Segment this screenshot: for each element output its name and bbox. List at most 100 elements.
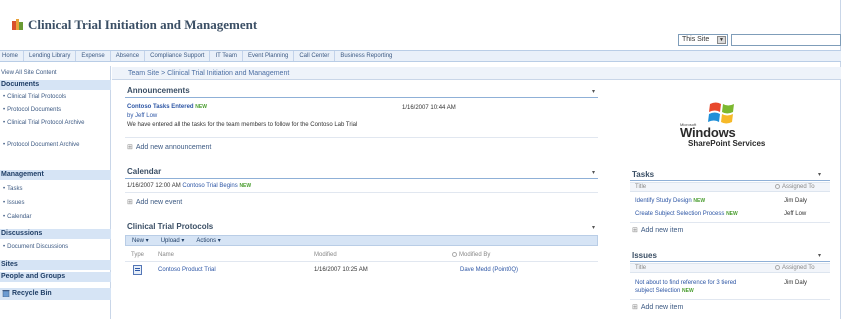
bullet-icon: • bbox=[3, 142, 6, 148]
column-header-title[interactable]: Title bbox=[635, 184, 646, 190]
windows-flag-icon bbox=[708, 102, 734, 124]
announcement-body: We have entered all the tasks for the te… bbox=[127, 122, 358, 128]
calendar-divider bbox=[125, 192, 598, 193]
task-title-link: Create Subject Selection Process bbox=[635, 211, 725, 217]
protocols-title[interactable]: Clinical Trial Protocols bbox=[127, 222, 213, 231]
ql-item-label: Calendar bbox=[7, 214, 32, 220]
table-row-modified-by[interactable]: Dave Medd (Point0Q) bbox=[460, 267, 518, 273]
announcements-title[interactable]: Announcements bbox=[127, 86, 190, 95]
announcement-item[interactable]: Contoso Tasks Entered NEW bbox=[127, 104, 207, 110]
add-new-announcement-link[interactable]: ⊞ Add new announcement bbox=[127, 143, 211, 151]
task-title-link: Identify Study Design bbox=[635, 198, 692, 204]
ql-item-calendar[interactable]: • Calendar bbox=[0, 213, 111, 221]
tab-event-planning[interactable]: Event Planning bbox=[243, 51, 295, 61]
windows-sharepoint-services-logo: Microsoft Windows SharePoint Services bbox=[680, 98, 780, 153]
tab-lending-library[interactable]: Lending Library bbox=[24, 51, 77, 61]
upload-menu-button[interactable]: Upload ▾ bbox=[155, 237, 191, 244]
task-row[interactable]: Identify Study Design NEW bbox=[635, 198, 705, 204]
add-new-task-link[interactable]: ⊞ Add new item bbox=[632, 226, 683, 234]
column-header-assigned-to-label: Assigned To bbox=[782, 265, 815, 272]
bullet-icon: • bbox=[3, 214, 6, 220]
calendar-event-title: Contoso Trial Begins bbox=[182, 183, 238, 189]
protocols-toolbar: New ▾ Upload ▾ Actions ▾ bbox=[125, 235, 598, 246]
search-input[interactable] bbox=[731, 34, 841, 46]
ql-item-protocol-documents[interactable]: • Protocol Documents bbox=[0, 106, 111, 114]
new-badge: NEW bbox=[726, 211, 738, 217]
column-header-type[interactable]: Type bbox=[131, 252, 144, 258]
task-assigned-to: Jim Daly bbox=[784, 198, 808, 204]
ql-item-clinical-trial-protocols[interactable]: • Clinical Trial Protocols bbox=[0, 93, 111, 101]
tab-expense[interactable]: Expense bbox=[76, 51, 111, 61]
issue-row-title-line1[interactable]: Not about to find reference for 3 tiered bbox=[635, 280, 736, 286]
sites-header[interactable]: Sites bbox=[0, 260, 111, 270]
column-header-modified-by[interactable]: Modified By bbox=[452, 252, 490, 258]
top-navigation: Home Lending Library Expense Absence Com… bbox=[0, 50, 841, 62]
ql-item-protocol-document-archive[interactable]: • Protocol Document Archive bbox=[0, 141, 111, 149]
column-header-assigned-to[interactable]: Assigned To bbox=[775, 184, 815, 190]
sharepoint-page: Clinical Trial Initiation and Management… bbox=[0, 0, 841, 319]
column-header-name[interactable]: Name bbox=[158, 252, 174, 258]
add-new-event-link[interactable]: ⊞ Add new event bbox=[127, 198, 182, 206]
column-header-modified[interactable]: Modified bbox=[314, 252, 337, 258]
issues-menu-icon[interactable]: ▾ bbox=[818, 252, 821, 259]
add-new-event-label: Add new event bbox=[135, 199, 183, 206]
tab-it-team[interactable]: IT Team bbox=[210, 51, 243, 61]
tasks-underline bbox=[630, 180, 830, 181]
upload-menu-label: Upload bbox=[160, 238, 180, 244]
table-row-name[interactable]: Contoso Product Trial bbox=[158, 267, 216, 273]
bullet-icon: • bbox=[3, 200, 6, 206]
add-new-task-label: Add new item bbox=[640, 227, 684, 234]
issues-title[interactable]: Issues bbox=[632, 251, 657, 260]
ql-item-label: Clinical Trial Protocols bbox=[7, 94, 67, 100]
discussions-header[interactable]: Discussions bbox=[0, 229, 111, 239]
issues-divider bbox=[630, 299, 830, 300]
ql-item-issues[interactable]: • Issues bbox=[0, 199, 111, 207]
breadcrumb[interactable]: Team Site > Clinical Trial Initiation an… bbox=[112, 67, 841, 80]
announcement-author[interactable]: by Jeff Low bbox=[127, 113, 157, 119]
bullet-icon: • bbox=[3, 186, 6, 192]
tab-call-center[interactable]: Call Center bbox=[294, 51, 336, 61]
announcements-menu-icon[interactable]: ▾ bbox=[592, 88, 595, 95]
search-scope-select[interactable]: This Site ▼ bbox=[678, 34, 728, 46]
people-and-groups-header[interactable]: People and Groups bbox=[0, 272, 111, 282]
ql-item-document-discussions[interactable]: • Document Discussions bbox=[0, 243, 111, 251]
add-new-issue-link[interactable]: ⊞ Add new item bbox=[632, 303, 683, 312]
ql-item-tasks[interactable]: • Tasks bbox=[0, 185, 111, 193]
site-title[interactable]: Clinical Trial Initiation and Management bbox=[28, 17, 257, 33]
protocols-header-divider bbox=[125, 261, 598, 262]
site-icon bbox=[12, 19, 23, 31]
ql-item-label: Issues bbox=[7, 200, 25, 206]
column-header-assigned-to[interactable]: Assigned To bbox=[775, 265, 815, 271]
recycle-bin-icon bbox=[2, 290, 10, 298]
quick-launch: View All Site Content Documents • Clinica… bbox=[0, 66, 111, 319]
documents-header[interactable]: Documents bbox=[0, 80, 111, 90]
calendar-title[interactable]: Calendar bbox=[127, 167, 161, 176]
add-new-announcement-label: Add new announcement bbox=[135, 144, 212, 151]
ql-item-clinical-trial-protocol-archive[interactable]: • Clinical Trial Protocol Archive bbox=[0, 119, 111, 127]
new-menu-button[interactable]: New ▾ bbox=[126, 237, 155, 244]
announcement-date: 1/16/2007 10:44 AM bbox=[402, 105, 456, 111]
tasks-title[interactable]: Tasks bbox=[632, 170, 654, 179]
new-badge: NEW bbox=[693, 198, 706, 204]
calendar-event[interactable]: 1/16/2007 12:00 AM Contoso Trial Begins … bbox=[127, 183, 251, 189]
ql-item-label: Protocol Documents bbox=[7, 107, 62, 113]
actions-menu-button[interactable]: Actions ▾ bbox=[190, 237, 226, 244]
management-header[interactable]: Management bbox=[0, 170, 111, 180]
tab-business-reporting[interactable]: Business Reporting bbox=[335, 51, 397, 61]
new-badge: NEW bbox=[239, 183, 252, 189]
calendar-menu-icon[interactable]: ▾ bbox=[592, 169, 595, 176]
issues-underline bbox=[630, 261, 830, 262]
announcements-divider bbox=[125, 137, 598, 138]
tab-compliance-support[interactable]: Compliance Support bbox=[145, 51, 211, 61]
add-new-issue-label: Add new item bbox=[640, 304, 684, 311]
issue-row-title-line2[interactable]: subject Selection NEW bbox=[635, 288, 694, 294]
tab-home[interactable]: Home bbox=[0, 51, 25, 61]
column-header-title[interactable]: Title bbox=[635, 265, 646, 271]
view-all-site-content-link[interactable]: View All Site Content bbox=[0, 68, 111, 78]
task-row[interactable]: Create Subject Selection Process NEW bbox=[635, 211, 738, 217]
tab-absence[interactable]: Absence bbox=[111, 51, 146, 61]
protocols-menu-icon[interactable]: ▾ bbox=[592, 224, 595, 231]
recycle-bin-link[interactable]: Recycle Bin bbox=[0, 288, 111, 300]
tasks-menu-icon[interactable]: ▾ bbox=[818, 171, 821, 178]
issue-title-link: Not about to find reference for 3 tiered bbox=[635, 280, 737, 286]
